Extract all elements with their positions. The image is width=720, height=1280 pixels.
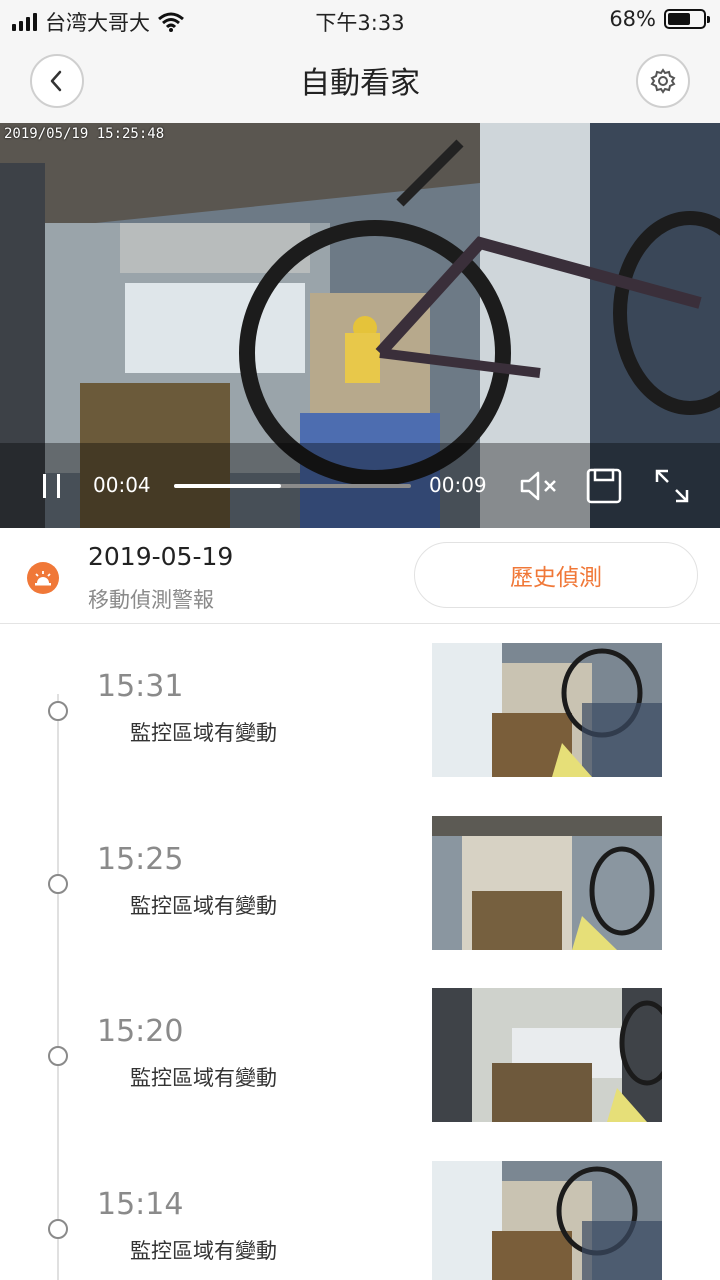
timeline-dot xyxy=(48,1046,68,1066)
alarm-icon xyxy=(27,562,59,594)
alert-type: 移動偵測警報 xyxy=(88,588,214,612)
settings-button[interactable] xyxy=(636,54,690,108)
current-time: 00:04 xyxy=(93,473,151,497)
event-label: 監控區域有變動 xyxy=(130,721,277,745)
event-thumbnail[interactable] xyxy=(432,988,662,1122)
status-bar: 台湾大哥大 下午3:33 68% xyxy=(0,0,720,40)
navigation-bar: 自動看家 xyxy=(0,40,720,123)
timeline-dot xyxy=(48,701,68,721)
event-time: 15:25 xyxy=(97,842,184,877)
event-timeline: 15:31 監控區域有變動 15:25 監控區域有變動 15:20 監控區域有變… xyxy=(0,624,720,1280)
gear-icon xyxy=(650,68,676,94)
pause-icon[interactable] xyxy=(40,473,66,499)
total-time: 00:09 xyxy=(429,473,487,497)
battery-percent: 68% xyxy=(609,7,656,31)
save-icon[interactable] xyxy=(586,468,622,504)
event-label: 監控區域有變動 xyxy=(130,1239,277,1263)
video-progress-fill xyxy=(174,484,281,488)
alert-date: 2019-05-19 xyxy=(88,542,234,571)
timeline-event[interactable]: 15:20 監控區域有變動 xyxy=(0,969,720,1141)
event-thumbnail[interactable] xyxy=(432,816,662,950)
event-thumbnail[interactable] xyxy=(432,643,662,777)
video-progress-slider[interactable] xyxy=(174,484,411,488)
event-time: 15:31 xyxy=(97,669,184,704)
alert-summary: 2019-05-19 移動偵測警報 歷史偵測 xyxy=(0,528,720,624)
timeline-event[interactable]: 15:14 監控區域有變動 xyxy=(0,1142,720,1280)
event-time: 15:14 xyxy=(97,1187,184,1222)
event-time: 15:20 xyxy=(97,1014,184,1049)
battery-icon xyxy=(664,9,710,29)
speaker-muted-icon[interactable] xyxy=(519,469,559,503)
timeline-dot xyxy=(48,1219,68,1239)
timeline-dot xyxy=(48,874,68,894)
event-label: 監控區域有變動 xyxy=(130,1066,277,1090)
timeline-event[interactable]: 15:31 監控區域有變動 xyxy=(0,624,720,796)
timeline-event[interactable]: 15:25 監控區域有變動 xyxy=(0,797,720,969)
event-thumbnail[interactable] xyxy=(432,1161,662,1280)
event-label: 監控區域有變動 xyxy=(130,894,277,918)
video-timestamp: 2019/05/19 15:25:48 xyxy=(4,126,165,142)
history-detection-button[interactable]: 歷史偵測 xyxy=(414,542,698,608)
fullscreen-icon[interactable] xyxy=(654,468,690,504)
page-title: 自動看家 xyxy=(300,66,420,101)
